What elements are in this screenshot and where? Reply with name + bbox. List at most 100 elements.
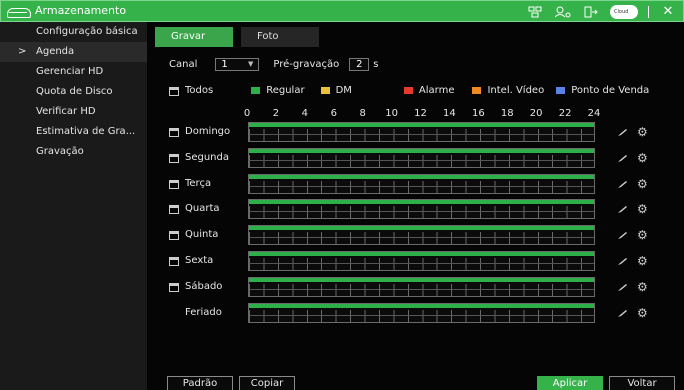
gear-icon[interactable]: ⚙ [637, 125, 648, 139]
edit-icon[interactable] [617, 205, 628, 214]
scale-tick: 12 [414, 108, 427, 119]
edit-icon[interactable] [617, 283, 628, 291]
gear-icon[interactable]: ⚙ [637, 228, 648, 242]
hour-grid [249, 154, 594, 167]
day-label[interactable]: Domingo [169, 126, 230, 137]
channel-label: Canal [169, 58, 198, 70]
tab-gravar[interactable]: Gravar [155, 27, 233, 47]
hour-grid [249, 232, 594, 245]
gear-icon[interactable]: ⚙ [637, 280, 648, 294]
edit-icon[interactable] [617, 309, 628, 317]
logout-icon[interactable] [582, 4, 600, 19]
timeline-bar[interactable] [248, 225, 595, 246]
network-icon[interactable] [526, 4, 544, 19]
scale-tick: 4 [301, 108, 309, 119]
hard-disk-icon [7, 5, 31, 18]
scale-tick: 24 [587, 108, 601, 119]
chevron-down-icon: ▼ [247, 59, 254, 68]
regular-segment [249, 123, 594, 127]
tab-foto[interactable]: Foto [241, 27, 319, 47]
hour-grid [249, 206, 594, 219]
legend-swatch [251, 86, 261, 94]
legend-item-dm[interactable]: DM [320, 85, 352, 96]
channel-select[interactable]: 1 ▼ [215, 57, 260, 71]
window-title: Armazenamento [35, 4, 127, 17]
user-icon[interactable] [554, 4, 572, 19]
sidebar-item-gravacao[interactable]: Gravação [0, 142, 147, 162]
apply-button[interactable]: Aplicar [537, 376, 603, 390]
timeline-bar[interactable] [248, 173, 595, 194]
back-button[interactable]: Voltar [609, 376, 675, 390]
tab-bar: Gravar Foto [155, 27, 327, 47]
scale-tick: 18 [500, 108, 514, 119]
edit-icon[interactable] [617, 231, 628, 240]
sidebar-item-estimativa[interactable]: Estimativa de Gra... [0, 122, 147, 142]
timeline-bar[interactable] [248, 199, 595, 220]
calendar-icon [169, 282, 179, 292]
legend-item-alarme[interactable]: Alarme [403, 85, 454, 96]
timeline-bar[interactable] [248, 302, 595, 323]
timeline-bar[interactable] [248, 147, 595, 168]
schedule-row: Sexta ⚙ [147, 251, 684, 271]
timeline-bar[interactable] [248, 251, 595, 271]
prerecord-label: Pré-gravação [273, 58, 340, 70]
select-all-toggle[interactable]: Todos [169, 85, 213, 96]
close-icon[interactable]: ✕ [659, 4, 677, 19]
chevron-right-icon: > [18, 46, 27, 57]
hour-grid-line [249, 134, 594, 135]
gear-icon[interactable]: ⚙ [637, 151, 648, 165]
regular-segment [249, 148, 594, 153]
sidebar-item-quota-de-disco[interactable]: Quota de Disco [0, 82, 147, 102]
legend-swatch [320, 86, 330, 94]
sidebar-item-verificar-hd[interactable]: Verificar HD [0, 102, 147, 122]
scale-tick: 14 [443, 108, 456, 119]
schedule-row: Quinta ⚙ [147, 225, 684, 246]
edit-icon[interactable] [617, 154, 628, 162]
day-label[interactable]: Quarta [169, 203, 220, 215]
day-label[interactable]: Sábado [169, 281, 222, 292]
calendar-icon [169, 231, 179, 241]
sidebar-item-gerenciar-hd[interactable]: Gerenciar HD [0, 62, 147, 82]
cloud-icon[interactable]: Cloud [610, 4, 638, 19]
edit-icon[interactable] [617, 257, 628, 265]
edit-icon[interactable] [617, 128, 628, 136]
prerecord-unit: s [373, 58, 379, 70]
schedule-row: Quarta ⚙ [147, 199, 684, 220]
legend-item-regular[interactable]: Regular [251, 85, 305, 96]
regular-segment [249, 174, 594, 179]
hour-grid [249, 258, 594, 270]
edit-icon[interactable] [617, 180, 628, 188]
day-label[interactable]: Sexta [169, 255, 213, 266]
hour-grid-line [249, 159, 594, 161]
timeline-bar[interactable] [248, 122, 595, 142]
day-label[interactable]: Terça [169, 178, 211, 189]
schedule-row: Segunda ⚙ [147, 147, 684, 168]
gear-icon[interactable]: ⚙ [637, 306, 648, 320]
scale-tick: 2 [272, 108, 280, 119]
sidebar-item-agenda[interactable]: > Agenda [0, 42, 147, 62]
scale-tick: 0 [243, 108, 251, 119]
hour-grid [249, 180, 594, 193]
divider [648, 5, 649, 18]
gear-icon[interactable]: ⚙ [637, 254, 648, 268]
calendar-icon [169, 205, 179, 215]
sidebar-item-configuracao-basica[interactable]: Configuração básica [0, 22, 147, 42]
title-bar: Armazenamento Cloud ✕ [0, 0, 684, 22]
calendar-icon [169, 179, 179, 189]
legend-item-intel-video[interactable]: Intel. Vídeo [472, 85, 544, 96]
schedule-row: Domingo ⚙ [147, 122, 684, 142]
gear-icon[interactable]: ⚙ [637, 202, 648, 216]
gear-icon[interactable]: ⚙ [637, 177, 648, 191]
day-label[interactable]: Segunda [169, 152, 229, 163]
regular-segment [249, 303, 594, 308]
legend-swatch [403, 86, 413, 94]
default-button[interactable]: Padrão [167, 376, 233, 390]
prerecord-input[interactable]: 2 [349, 57, 370, 71]
copy-button[interactable]: Copiar [239, 376, 295, 390]
day-label[interactable]: Feriado [169, 307, 222, 318]
legend-item-ponto-de-venda[interactable]: Ponto de Venda [556, 85, 649, 96]
timeline-bar[interactable] [248, 276, 595, 297]
day-label[interactable]: Quinta [169, 229, 218, 241]
app-window: Armazenamento Cloud ✕ Configuração básic… [0, 0, 684, 390]
hour-grid-line [249, 288, 594, 290]
